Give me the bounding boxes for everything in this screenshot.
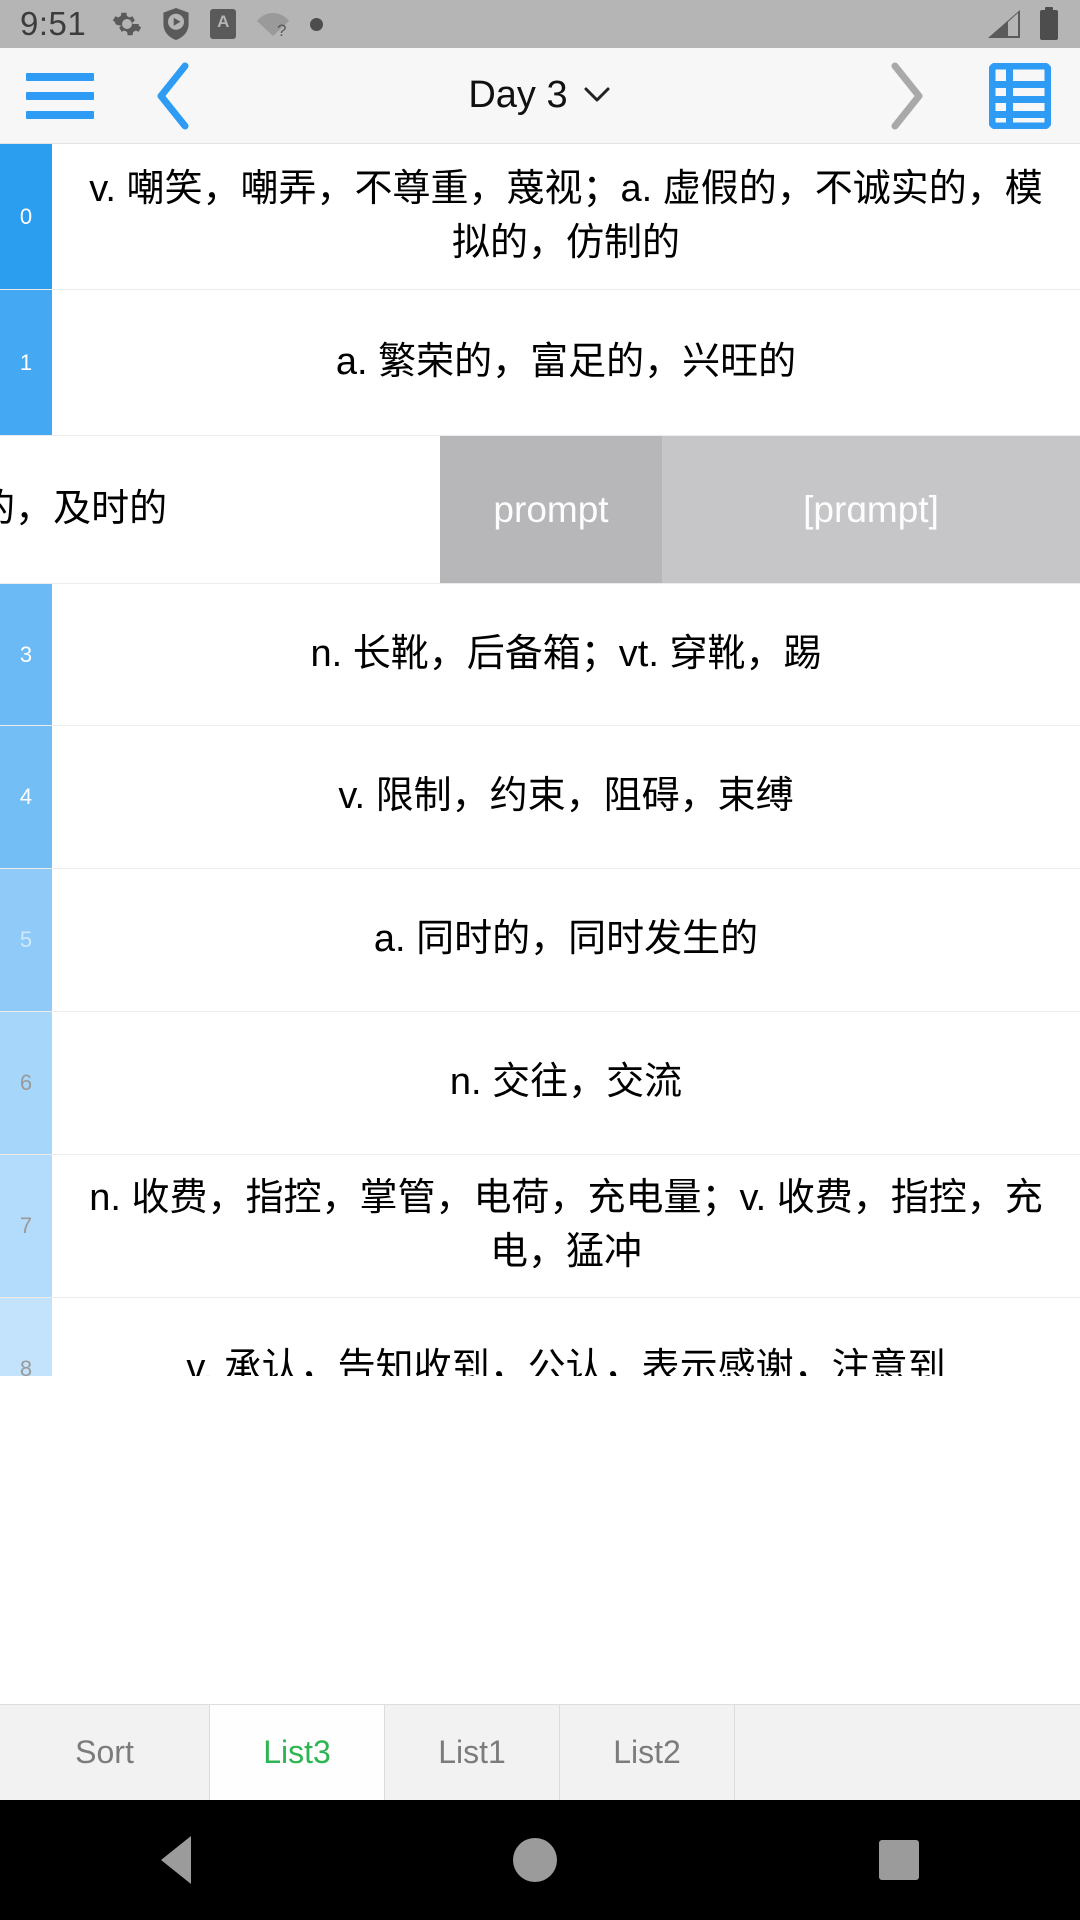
app-screen: 9:51 A ? Day 3 0 v. 嘲笑，嘲弄，不尊重，蔑视；a. 虚假的，… (0, 0, 1080, 1920)
home-circle-icon[interactable] (513, 1838, 557, 1882)
swipe-word-button[interactable]: prompt (440, 436, 662, 583)
row-index: 3 (0, 584, 52, 725)
status-bar-clock: 9:51 (20, 5, 87, 42)
a-badge-icon: A (210, 9, 237, 39)
list-item-swiped[interactable]: . 迅速的，及时的 prompt [prɑmpt] (0, 436, 1080, 584)
wifi-question-icon: ? (256, 9, 290, 39)
chevron-down-icon (582, 82, 612, 109)
row-index: 7 (0, 1155, 52, 1297)
tab-list3[interactable]: List3 (210, 1705, 385, 1800)
list-item[interactable]: 1 a. 繁荣的，富足的，兴旺的 (0, 290, 1080, 436)
svg-text:?: ? (277, 21, 286, 39)
status-bar-system-icons (986, 7, 1060, 41)
list-item[interactable]: 5 a. 同时的，同时发生的 (0, 869, 1080, 1012)
swipe-action-panel[interactable]: prompt [prɑmpt] (440, 436, 1080, 583)
row-index: 5 (0, 869, 52, 1011)
list-item[interactable]: 7 n. 收费，指控，掌管，电荷，充电量；v. 收费，指控，充电，猛冲 (0, 1155, 1080, 1298)
row-definition: n. 长靴，后备箱；vt. 穿靴，踢 (310, 632, 822, 675)
table-list-icon[interactable] (960, 62, 1080, 129)
dot-icon (310, 17, 324, 31)
row-definition: v. 限制，约束，阻碍，束缚 (338, 775, 794, 818)
row-index: 6 (0, 1012, 52, 1154)
tab-sort[interactable]: Sort (0, 1705, 210, 1800)
recents-square-icon[interactable] (879, 1840, 919, 1880)
row-definition: a. 繁荣的，富足的，兴旺的 (335, 340, 797, 383)
row-index: 1 (0, 290, 52, 435)
row-index: 8 (0, 1298, 52, 1376)
tab-list2[interactable]: List2 (560, 1705, 735, 1800)
bottom-tab-bar: Sort List3 List1 List2 (0, 1704, 1080, 1800)
row-index: 4 (0, 726, 52, 868)
row-definition: a. 同时的，同时发生的 (373, 918, 759, 961)
vocabulary-list[interactable]: 0 v. 嘲笑，嘲弄，不尊重，蔑视；a. 虚假的，不诚实的，模拟的，仿制的 1 … (0, 144, 1080, 1376)
page-title-label: Day 3 (468, 74, 568, 116)
row-index: 0 (0, 144, 52, 289)
status-bar-notification-icons: A ? (112, 8, 324, 40)
chevron-right-icon[interactable] (850, 60, 960, 132)
tab-bar-spacer (735, 1705, 1080, 1800)
hamburger-menu-icon[interactable] (0, 72, 120, 119)
list-item[interactable]: 8 v. 承认，告知收到，公认，表示感谢，注意到 (0, 1298, 1080, 1376)
back-triangle-icon[interactable] (161, 1836, 191, 1884)
status-bar: 9:51 A ? (0, 0, 1080, 48)
page-title[interactable]: Day 3 (230, 74, 850, 117)
row-definition: n. 交往，交流 (449, 1061, 683, 1104)
list-item[interactable]: 4 v. 限制，约束，阻碍，束缚 (0, 726, 1080, 869)
android-navigation-bar (0, 1800, 1080, 1920)
row-definition: v. 承认，告知收到，公认，表示感谢，注意到 (186, 1347, 946, 1376)
row-definition: v. 嘲笑，嘲弄，不尊重，蔑视；a. 虚假的，不诚实的，模拟的，仿制的 (89, 167, 1043, 264)
list-item[interactable]: 3 n. 长靴，后备箱；vt. 穿靴，踢 (0, 584, 1080, 726)
battery-icon (1038, 7, 1060, 41)
tab-list1[interactable]: List1 (385, 1705, 560, 1800)
list-item[interactable]: 6 n. 交往，交流 (0, 1012, 1080, 1155)
swipe-phonetic-button[interactable]: [prɑmpt] (662, 436, 1080, 583)
shield-play-icon (162, 8, 190, 40)
gear-icon (112, 9, 142, 39)
row-definition: n. 收费，指控，掌管，电荷，充电量；v. 收费，指控，充电，猛冲 (89, 1177, 1043, 1273)
signal-icon (986, 8, 1024, 40)
chevron-left-icon[interactable] (120, 60, 230, 132)
list-item[interactable]: 0 v. 嘲笑，嘲弄，不尊重，蔑视；a. 虚假的，不诚实的，模拟的，仿制的 (0, 144, 1080, 290)
app-toolbar: Day 3 (0, 48, 1080, 144)
